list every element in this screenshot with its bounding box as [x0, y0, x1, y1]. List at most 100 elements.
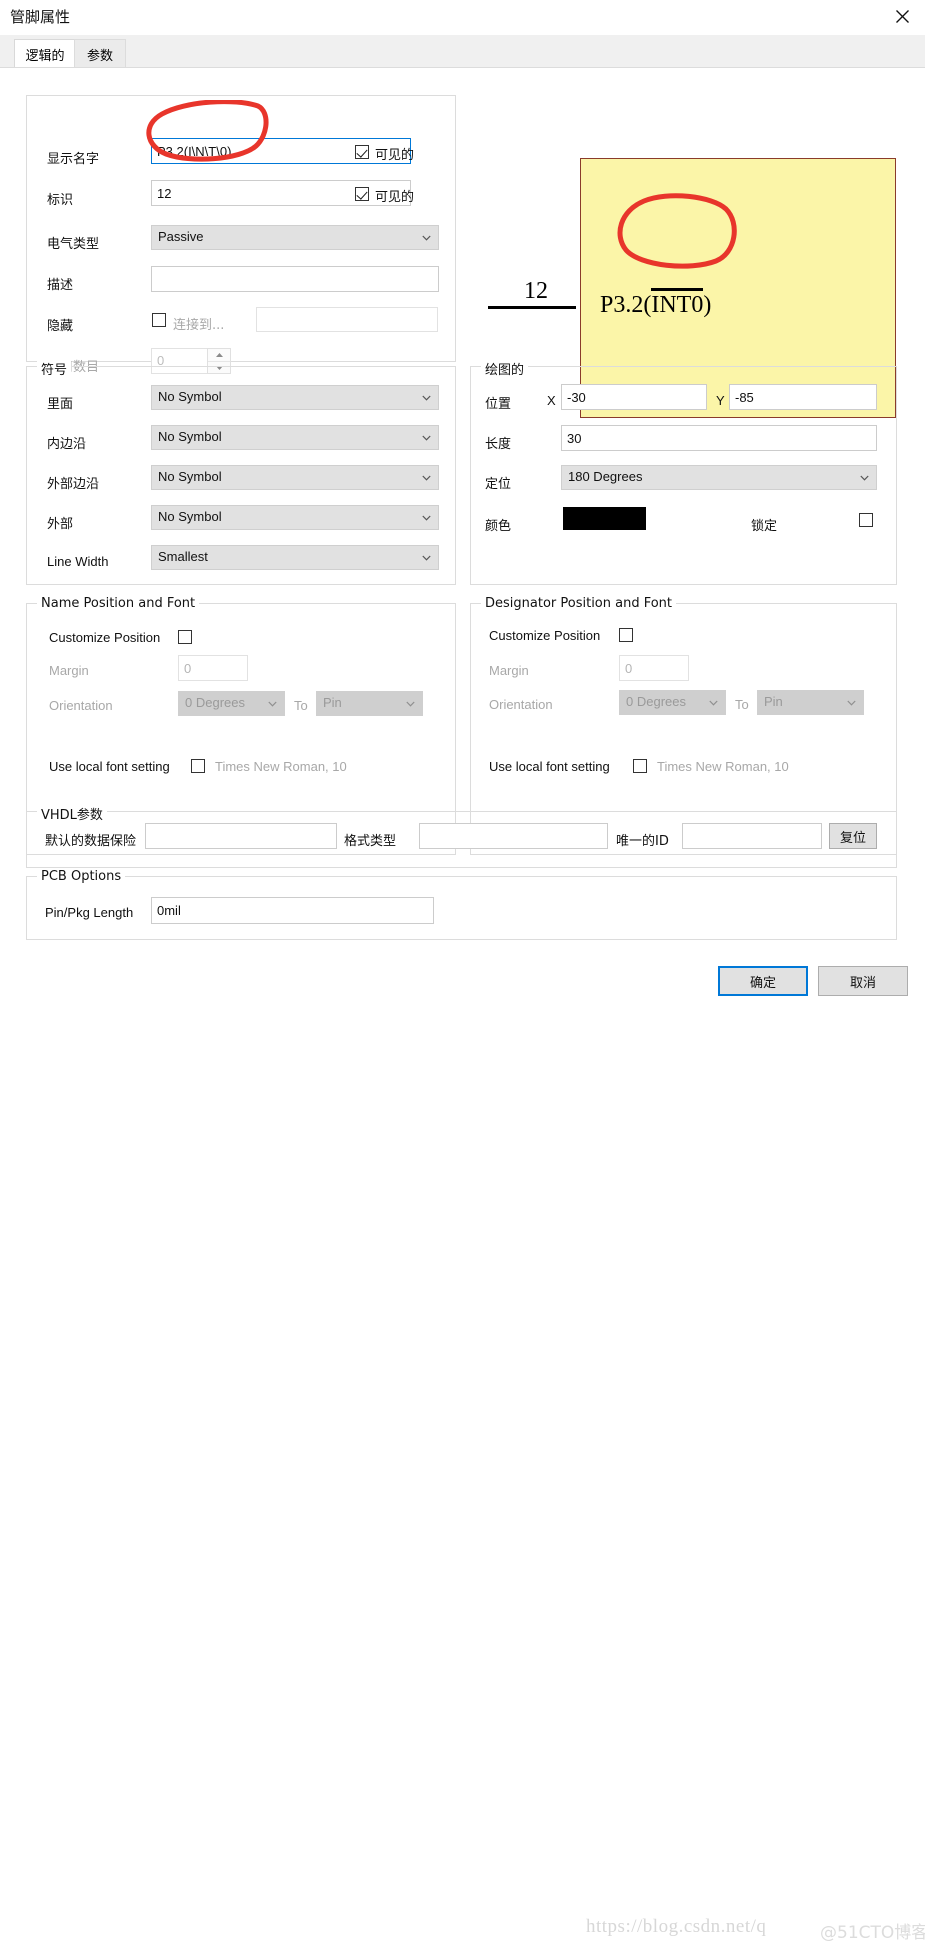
vhdl-default-data-label: 默认的数据保险: [45, 834, 137, 849]
pin-pkg-length-input[interactable]: [151, 897, 434, 924]
symbol-group-title: 符号: [37, 359, 72, 378]
desig-local-font-checkbox[interactable]: [633, 759, 647, 773]
chevron-down-icon: [422, 553, 431, 562]
vhdl-unique-id-input[interactable]: [682, 823, 822, 849]
preview-name-prefix: P3.2(: [600, 292, 652, 318]
display-name-label: 显示名字: [47, 152, 100, 167]
desig-local-font-label: Use local font setting: [489, 759, 610, 774]
desig-orientation-to-combo[interactable]: Pin: [757, 690, 864, 715]
chevron-down-icon: [268, 699, 277, 708]
preview-pin-name: P3.2(INT0): [600, 288, 711, 319]
name-margin-input[interactable]: [178, 655, 248, 681]
hide-label: 隐藏: [47, 319, 74, 334]
name-local-font-label: Use local font setting: [49, 759, 170, 774]
position-x-label: X: [547, 393, 556, 408]
name-customize-position-checkbox[interactable]: [178, 630, 192, 644]
pin-pkg-length-label: Pin/Pkg Length: [45, 905, 134, 920]
description-input[interactable]: [151, 266, 439, 292]
desig-customize-position-label: Customize Position: [489, 628, 601, 643]
connect-to-input[interactable]: [256, 307, 438, 332]
chevron-down-icon: [422, 433, 431, 442]
symbol-inner-edge-value: No Symbol: [158, 429, 222, 444]
display-name-visible-label: 可见的: [375, 148, 415, 163]
name-orientation-to-combo[interactable]: Pin: [316, 691, 423, 716]
name-orientation-combo[interactable]: 0 Degrees: [178, 691, 285, 716]
symbol-inside-combo[interactable]: No Symbol: [151, 385, 439, 410]
color-swatch[interactable]: [563, 507, 646, 530]
electrical-type-value: Passive: [158, 229, 204, 244]
desig-margin-input[interactable]: [619, 655, 689, 681]
designator-visible-label: 可见的: [375, 190, 415, 205]
orientation-label: 定位: [485, 477, 512, 492]
chevron-down-icon: [847, 698, 856, 707]
chevron-down-icon: [422, 393, 431, 402]
designator-input[interactable]: [151, 180, 411, 206]
vhdl-group-title: VHDL参数: [37, 804, 107, 823]
length-input[interactable]: [561, 425, 877, 451]
desig-orientation-combo[interactable]: 0 Degrees: [619, 690, 726, 715]
cancel-button[interactable]: 取消: [818, 966, 908, 996]
vhdl-default-data-input[interactable]: [145, 823, 337, 849]
dialog-client-area: 显示名字 可见的 标识 可见的 电气类型 Passive 描述 隐藏 连接到..…: [0, 67, 925, 943]
logical-top-group: 显示名字 可见的 标识 可见的 电气类型 Passive 描述 隐藏 连接到..…: [26, 95, 456, 375]
position-x-input[interactable]: [561, 384, 707, 410]
desig-margin-label: Margin: [489, 663, 529, 678]
tab-logical[interactable]: 逻辑的: [14, 39, 76, 68]
preview-pin-line: [488, 306, 576, 309]
chevron-down-icon: [860, 473, 869, 482]
name-orientation-value: 0 Degrees: [185, 695, 245, 710]
graphical-group: 绘图的 位置 X Y 长度 定位 180 Degrees 颜色 锁定: [470, 359, 897, 585]
name-local-font-checkbox[interactable]: [191, 759, 205, 773]
name-orientation-to-value: Pin: [323, 695, 342, 710]
close-glyph: [895, 10, 909, 23]
name-customize-position-label: Customize Position: [49, 630, 161, 645]
preview-name-overline: INT0: [651, 288, 704, 318]
line-width-value: Smallest: [158, 549, 208, 564]
position-y-input[interactable]: [729, 384, 877, 410]
symbol-inside-label: 里面: [47, 397, 74, 412]
desig-font-value: Times New Roman, 10: [657, 759, 789, 774]
close-icon[interactable]: [879, 0, 925, 33]
chevron-down-icon: [422, 513, 431, 522]
vhdl-format-type-input[interactable]: [419, 823, 608, 849]
locked-checkbox[interactable]: [859, 513, 873, 527]
line-width-label: Line Width: [47, 554, 109, 569]
orientation-value: 180 Degrees: [568, 469, 643, 484]
hide-checkbox[interactable]: [152, 313, 166, 327]
title-bar: 管脚属性: [0, 0, 925, 35]
symbol-outside-combo[interactable]: No Symbol: [151, 505, 439, 530]
chevron-down-icon: [422, 233, 431, 242]
dialog-footer: https://blog.csdn.net/q @51CTO博客 确定 取消: [0, 942, 925, 1943]
symbol-inner-edge-combo[interactable]: No Symbol: [151, 425, 439, 450]
symbol-outer-edge-value: No Symbol: [158, 469, 222, 484]
symbol-outer-edge-combo[interactable]: No Symbol: [151, 465, 439, 490]
orientation-combo[interactable]: 180 Degrees: [561, 465, 877, 490]
designator-label: 标识: [47, 193, 74, 208]
line-width-combo[interactable]: Smallest: [151, 545, 439, 570]
position-label: 位置: [485, 397, 512, 412]
ok-button[interactable]: 确定: [718, 966, 808, 996]
name-position-title: Name Position and Font: [37, 596, 200, 611]
name-orientation-to-label: To: [294, 698, 308, 713]
electrical-type-combo[interactable]: Passive: [151, 225, 439, 250]
vhdl-reset-button[interactable]: 复位: [829, 823, 877, 849]
symbol-outside-value: No Symbol: [158, 509, 222, 524]
chevron-down-icon: [422, 473, 431, 482]
watermark-url: https://blog.csdn.net/q: [586, 1916, 767, 1937]
designator-position-title: Designator Position and Font: [481, 596, 677, 611]
pcb-options-group: PCB Options Pin/Pkg Length: [26, 869, 897, 940]
chevron-down-icon: [406, 699, 415, 708]
desig-orientation-label: Orientation: [489, 697, 553, 712]
desig-customize-position-checkbox[interactable]: [619, 628, 633, 642]
position-y-label: Y: [716, 393, 725, 408]
symbol-inside-value: No Symbol: [158, 389, 222, 404]
electrical-type-label: 电气类型: [47, 237, 100, 252]
designator-visible-checkbox[interactable]: [355, 187, 369, 201]
spin-up-icon[interactable]: [208, 349, 230, 361]
desig-orientation-to-label: To: [735, 697, 749, 712]
display-name-input[interactable]: [151, 138, 411, 164]
desig-orientation-value: 0 Degrees: [626, 694, 686, 709]
tab-params[interactable]: 参数: [74, 39, 126, 68]
display-name-visible-checkbox[interactable]: [355, 145, 369, 159]
vhdl-group: VHDL参数 默认的数据保险 格式类型 唯一的ID 复位: [26, 804, 897, 868]
